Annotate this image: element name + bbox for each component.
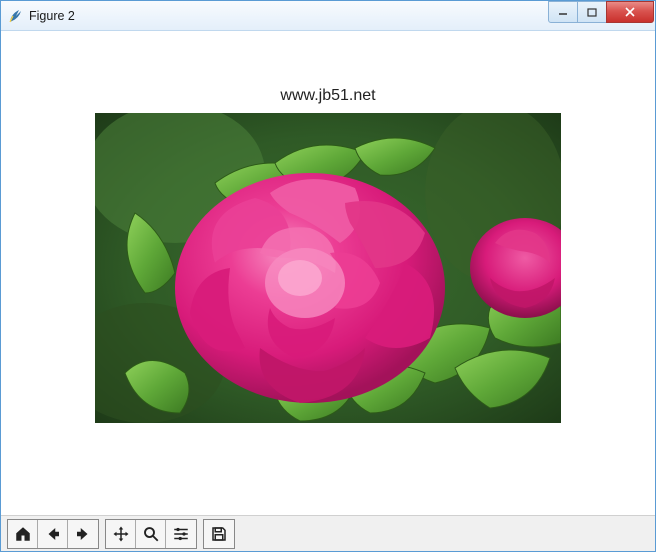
arrow-left-icon	[44, 525, 62, 543]
close-button[interactable]	[606, 1, 654, 23]
displayed-image	[95, 113, 561, 423]
zoom-button[interactable]	[136, 520, 166, 548]
window-title: Figure 2	[29, 9, 549, 23]
sliders-icon	[172, 525, 190, 543]
minimize-icon	[558, 7, 568, 17]
minimize-button[interactable]	[548, 1, 578, 23]
save-icon	[210, 525, 228, 543]
nav-group	[7, 519, 99, 549]
forward-button[interactable]	[68, 520, 98, 548]
save-button[interactable]	[204, 520, 234, 548]
figure-canvas-area: www.jb51.net	[1, 31, 655, 515]
maximize-icon	[587, 7, 597, 17]
figure-window: Figure 2 www.jb51.net	[0, 0, 656, 552]
close-icon	[624, 6, 636, 18]
configure-button[interactable]	[166, 520, 196, 548]
view-group	[105, 519, 197, 549]
figure-title: www.jb51.net	[280, 87, 375, 105]
save-group	[203, 519, 235, 549]
home-button[interactable]	[8, 520, 38, 548]
zoom-icon	[142, 525, 160, 543]
matplotlib-toolbar	[1, 515, 655, 551]
tk-feather-icon	[7, 8, 23, 24]
window-controls	[549, 1, 654, 23]
back-button[interactable]	[38, 520, 68, 548]
home-icon	[14, 525, 32, 543]
maximize-button[interactable]	[577, 1, 607, 23]
move-icon	[112, 525, 130, 543]
pan-button[interactable]	[106, 520, 136, 548]
arrow-right-icon	[74, 525, 92, 543]
titlebar[interactable]: Figure 2	[1, 1, 655, 31]
